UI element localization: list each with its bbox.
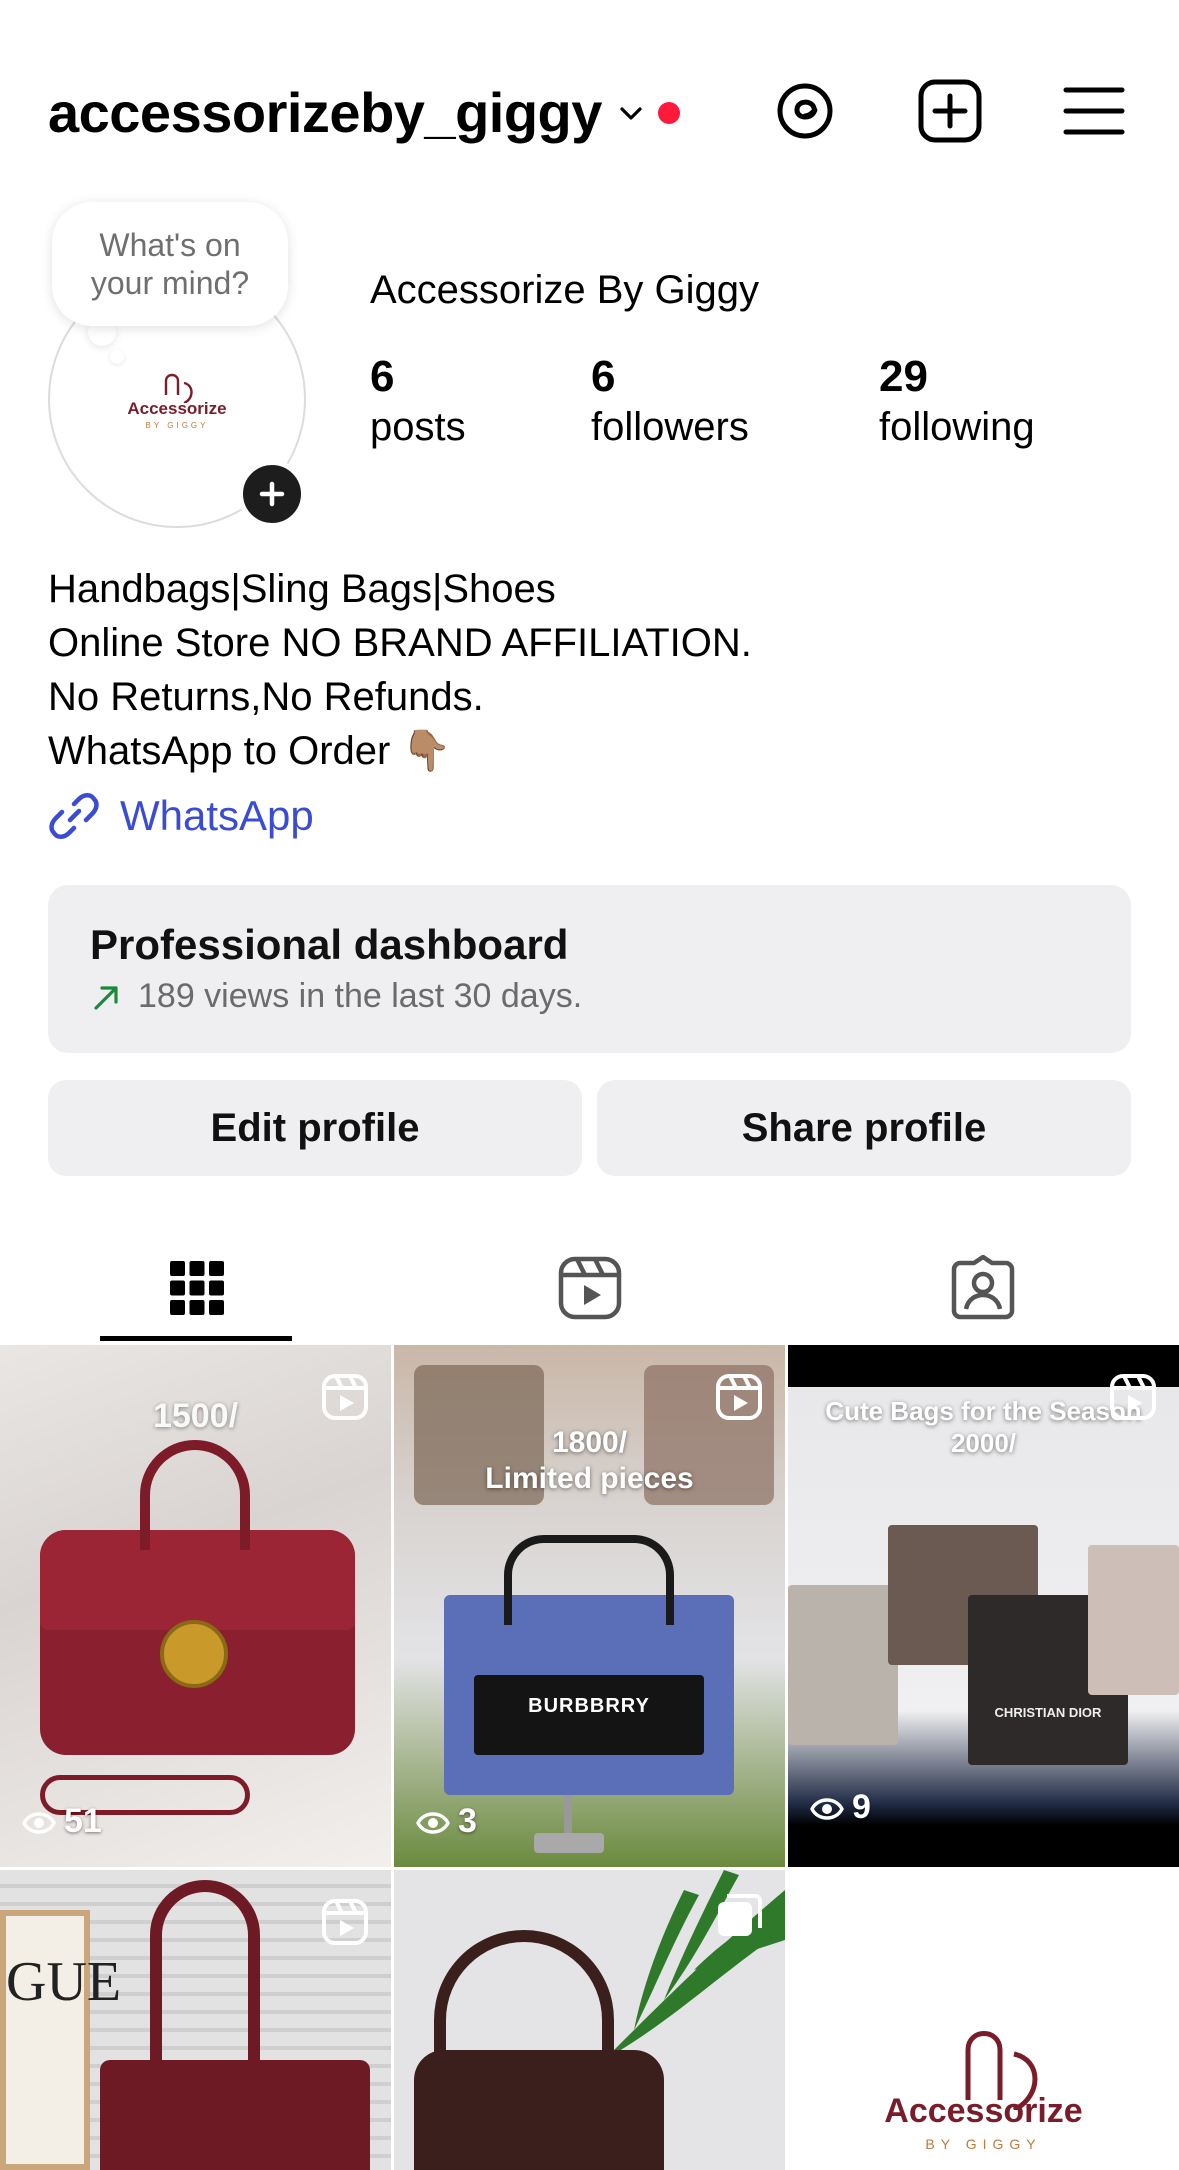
background-sign: GUE [6, 1951, 122, 2013]
view-count: 51 [22, 1802, 102, 1841]
chevron-down-icon [620, 106, 642, 120]
posts-stat[interactable]: 6 posts [370, 352, 466, 452]
add-post-icon[interactable] [915, 76, 985, 146]
post-thumbnail[interactable]: CHRISTIAN DIOR Cute Bags for the Season … [788, 1345, 1179, 1867]
profile-tabs [0, 1230, 1179, 1345]
note-bubble-tail-small [110, 350, 124, 364]
logo-text: Accessorize [884, 2092, 1083, 2130]
note-bubble[interactable]: What's on your mind? [52, 202, 288, 326]
logo-subtext: BY GIGGY [145, 420, 209, 430]
view-count-value: 51 [64, 1802, 102, 1840]
views-icon [22, 1811, 56, 1834]
reels-icon [558, 1256, 621, 1319]
bag-brand-label: BURBBRRY [528, 1695, 650, 1717]
bio: Handbags|Sling Bags|Shoes Online Store N… [48, 562, 752, 778]
post-thumbnail[interactable]: BURBBRRY 1800/ Limited pieces 3 [394, 1345, 785, 1867]
threads-icon[interactable] [770, 76, 840, 146]
views-icon [416, 1811, 450, 1834]
post-thumbnail[interactable]: 1500/ 51 [0, 1345, 391, 1867]
view-count: 3 [416, 1802, 477, 1841]
profile-header: accessorizeby_giggy [0, 70, 1179, 160]
professional-dashboard[interactable]: Professional dashboard 189 views in the … [48, 885, 1131, 1053]
reel-badge-icon [1110, 1374, 1156, 1420]
account-switcher[interactable]: accessorizeby_giggy [48, 80, 680, 145]
username: accessorizeby_giggy [48, 81, 602, 144]
grid-icon [169, 1260, 224, 1315]
trend-up-icon [94, 985, 118, 1010]
brand-logo: Accessorize BY GIGGY [127, 369, 227, 430]
followers-count: 6 [591, 352, 616, 401]
following-count: 29 [879, 352, 928, 401]
post-thumbnail[interactable] [394, 1870, 785, 2170]
tagged-tab[interactable] [786, 1230, 1179, 1345]
post-price-overlay: 1800/ Limited pieces [485, 1426, 694, 1495]
reels-tab[interactable] [393, 1230, 786, 1345]
view-count-value: 3 [458, 1802, 477, 1840]
notification-dot [657, 101, 680, 124]
posts-label: posts [370, 405, 466, 449]
bio-line: WhatsApp to Order 👇🏽 [48, 729, 452, 773]
posts-count: 6 [370, 352, 395, 401]
post-thumbnail[interactable]: Accessorize BY GIGGY [788, 1870, 1179, 2170]
whatsapp-link[interactable]: WhatsApp [48, 790, 314, 842]
link-label: WhatsApp [120, 792, 314, 839]
reel-badge-icon [716, 1374, 762, 1420]
note-text: What's on your mind? [90, 227, 250, 301]
view-count: 9 [810, 1788, 871, 1827]
bio-line: Handbags|Sling Bags|Shoes [48, 567, 556, 611]
post-thumbnail[interactable]: GUE [0, 1870, 391, 2170]
dashboard-subtitle: 189 views in the last 30 days. [138, 977, 583, 1015]
menu-icon[interactable] [1059, 76, 1129, 146]
dashboard-title: Professional dashboard [90, 921, 569, 968]
followers-label: followers [591, 405, 749, 449]
logo-subtext: BY GIGGY [925, 2136, 1042, 2152]
bag-brand-label: CHRISTIAN DIOR [994, 1705, 1102, 1720]
posts-grid: 1500/ 51 BURBBRRY 1800/ Limited pieces 3… [0, 1345, 1179, 2170]
plus-icon [259, 481, 285, 507]
followers-stat[interactable]: 6 followers [591, 352, 749, 452]
add-story-button[interactable] [238, 460, 306, 528]
carousel-badge-icon [718, 1894, 762, 1936]
following-label: following [879, 405, 1035, 449]
grid-tab[interactable] [0, 1230, 393, 1345]
logo-text: Accessorize [127, 398, 227, 418]
view-count-value: 9 [852, 1788, 871, 1826]
edit-profile-button[interactable]: Edit profile [48, 1080, 582, 1176]
reel-badge-icon [322, 1899, 368, 1945]
bio-line: No Returns,No Refunds. [48, 675, 484, 719]
share-profile-button[interactable]: Share profile [597, 1080, 1131, 1176]
reel-badge-icon [322, 1374, 368, 1420]
link-icon [49, 793, 99, 839]
bio-line: Online Store NO BRAND AFFILIATION. [48, 621, 752, 665]
following-stat[interactable]: 29 following [879, 352, 1035, 452]
display-name: Accessorize By Giggy [370, 268, 760, 312]
views-icon [810, 1797, 844, 1820]
tagged-icon [951, 1254, 1014, 1319]
active-tab-indicator [100, 1336, 292, 1341]
